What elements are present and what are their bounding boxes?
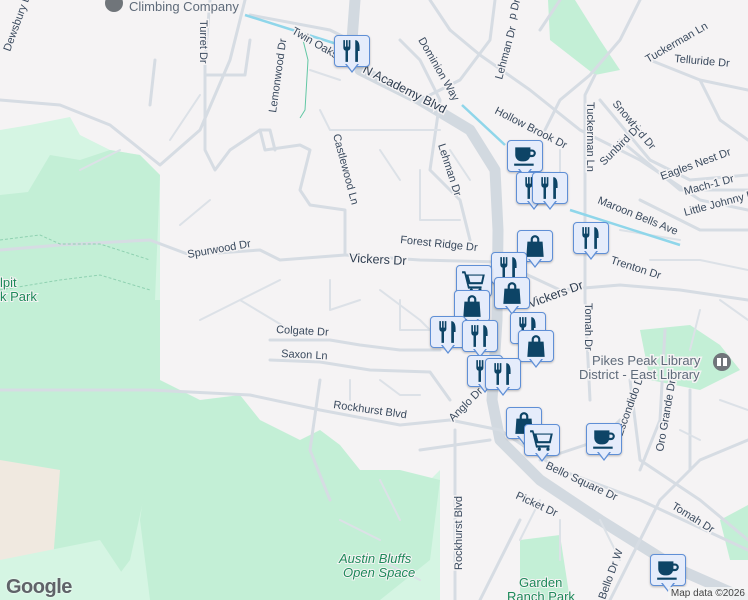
street-label: Dewsbury Dr — [2, 0, 35, 53]
poi-marker[interactable] — [494, 277, 530, 317]
poi-marker[interactable] — [334, 35, 370, 75]
poi-marker[interactable] — [518, 330, 554, 370]
street-label: Spurwood Dr — [186, 238, 252, 261]
street-label: Tuckerman Ln — [584, 102, 596, 172]
place-label-library[interactable]: District - East Library — [578, 366, 702, 384]
street-label: Trenton Dr — [609, 254, 663, 282]
street-label: Oro Grande Dr — [654, 378, 679, 452]
map-canvas[interactable]: Dewsbury Dr Turret Dr Lemonwood Dr Twin … — [0, 0, 748, 600]
street-label: Vickers Dr — [526, 278, 585, 311]
restaurant-icon — [578, 225, 604, 251]
street-label: Castlewood Ln — [330, 133, 360, 206]
street-label: Colgate Dr — [276, 324, 329, 339]
place-label-library[interactable]: Pikes Peak Library — [591, 352, 703, 370]
shopping-bag-icon — [523, 333, 549, 359]
poi-marker[interactable] — [524, 424, 560, 464]
street-label: Saxon Ln — [281, 348, 328, 362]
park-label-garden-ranch[interactable]: Ranch Park — [506, 588, 576, 600]
street-label: Turret Dr — [197, 20, 209, 64]
climbing-gym-icon[interactable] — [105, 0, 123, 12]
street-label: p Dr — [506, 0, 523, 21]
restaurant-icon — [537, 175, 563, 201]
poi-marker[interactable] — [532, 172, 568, 212]
street-label: Bello Square Dr — [544, 460, 620, 504]
library-icon[interactable] — [713, 353, 731, 371]
coffee-icon — [655, 557, 681, 583]
street-label: Mach-1 Dr — [683, 173, 736, 198]
shopping-cart-icon — [529, 427, 555, 453]
street-label: Tomah Dr — [582, 303, 594, 351]
restaurant-icon — [490, 361, 516, 387]
coffee-icon — [512, 143, 538, 169]
shopping-bag-icon — [499, 280, 525, 306]
poi-marker[interactable] — [462, 320, 498, 360]
street-label: Forest Ridge Dr — [400, 234, 479, 254]
coffee-icon — [591, 426, 617, 452]
place-label-climbing[interactable]: Climbing Company — [128, 0, 241, 16]
park-areas — [0, 0, 748, 600]
poi-marker[interactable] — [485, 358, 521, 398]
park-label-garden-ranch[interactable]: Garden — [518, 574, 563, 591]
restaurant-icon — [435, 319, 461, 345]
poi-marker[interactable] — [430, 316, 466, 356]
google-logo[interactable]: Google — [6, 576, 72, 599]
park-label-pulpit-rock[interactable]: k Park — [0, 288, 38, 305]
street-label: Lehman Dr — [493, 25, 519, 81]
street-label: Telluride Dr — [674, 53, 731, 70]
poi-marker[interactable] — [573, 222, 609, 262]
street-label: Rockhurst Blvd — [453, 496, 465, 570]
park-label-austin-bluffs[interactable]: Open Space — [342, 564, 416, 581]
street-label: Vickers Dr — [349, 251, 407, 268]
park-label-austin-bluffs[interactable]: Austin Bluffs — [337, 550, 413, 567]
park-label-pulpit-rock[interactable]: lpit — [0, 274, 18, 291]
street-label: Lemonwood Dr — [267, 38, 289, 114]
map-attribution[interactable]: Map data ©2026 — [667, 587, 748, 600]
restaurant-icon — [467, 323, 493, 349]
poi-marker[interactable] — [586, 423, 622, 463]
restaurant-icon — [339, 38, 365, 64]
